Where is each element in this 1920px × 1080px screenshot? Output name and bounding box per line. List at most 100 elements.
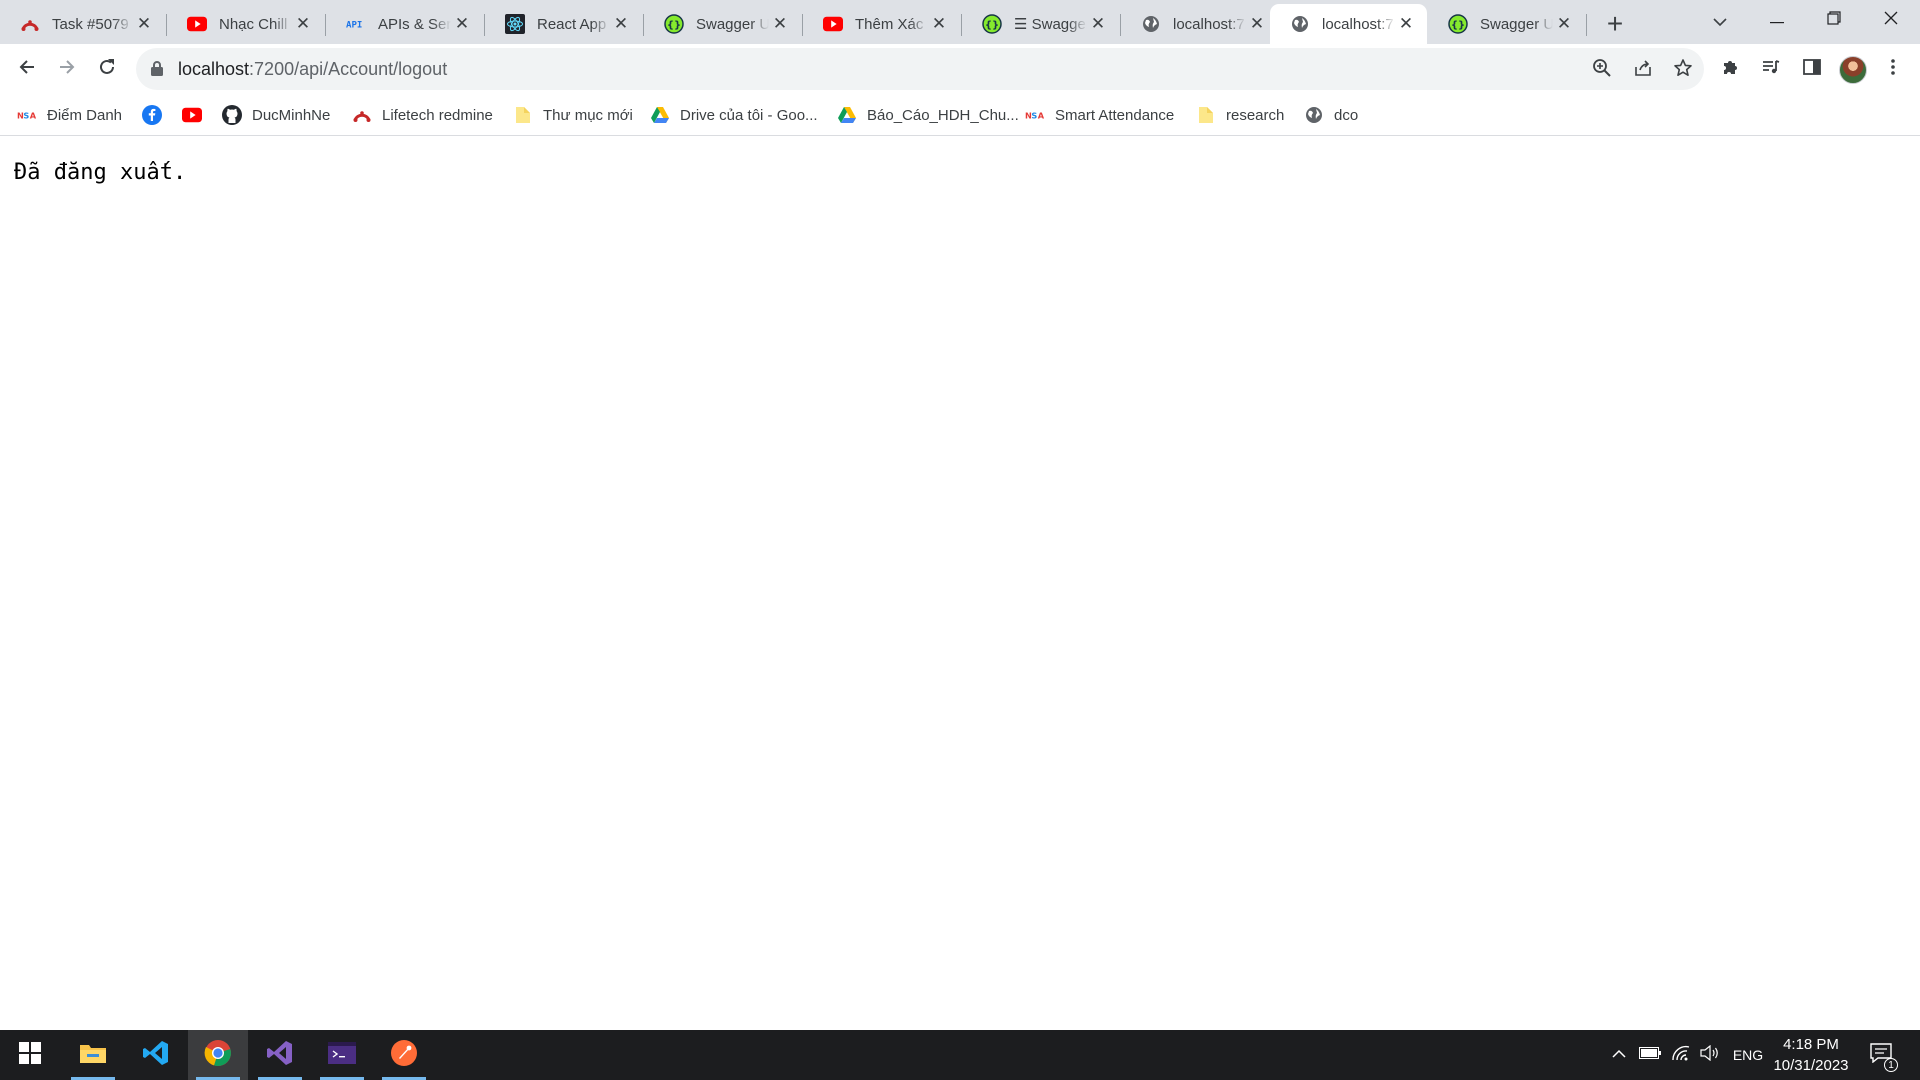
taskbar-terminal[interactable] bbox=[312, 1030, 372, 1080]
zoom-button[interactable] bbox=[1587, 55, 1617, 85]
url-text: localhost:7200/api/Account/logout bbox=[178, 59, 447, 80]
close-icon[interactable]: ✕ bbox=[928, 13, 950, 35]
bookmark-label: Smart Attendance bbox=[1055, 106, 1175, 124]
bookmark-youtube[interactable] bbox=[182, 102, 212, 128]
svg-text:S: S bbox=[1031, 111, 1037, 121]
bookmark-github[interactable]: DucMinhNe bbox=[222, 102, 330, 128]
visual-studio-icon bbox=[266, 1039, 294, 1072]
arrow-right-icon bbox=[57, 57, 77, 82]
playlist-icon bbox=[1761, 57, 1781, 82]
svg-text:A: A bbox=[1038, 111, 1045, 121]
swagger-icon: {} bbox=[664, 14, 684, 34]
tab-localhost-active[interactable]: localhost:7200 ✕ bbox=[1270, 4, 1427, 44]
bookmark-dco[interactable]: dco bbox=[1304, 102, 1358, 128]
tab-search-button[interactable] bbox=[1703, 6, 1737, 40]
taskbar-visual-studio[interactable] bbox=[250, 1030, 310, 1080]
language-indicator[interactable]: ENG bbox=[1728, 1030, 1768, 1080]
bookmark-drive[interactable]: Drive của tôi - Goo... bbox=[650, 102, 818, 128]
tab-localhost[interactable]: localhost:7200 ✕ bbox=[1121, 4, 1278, 44]
taskbar-clock[interactable]: 4:18 PM 10/31/2023 bbox=[1766, 1034, 1856, 1076]
close-icon[interactable]: ✕ bbox=[1087, 13, 1109, 35]
restore-button[interactable] bbox=[1805, 0, 1863, 40]
reload-icon bbox=[97, 57, 117, 82]
extensions-button[interactable] bbox=[1714, 52, 1748, 86]
taskbar-file-explorer[interactable] bbox=[63, 1030, 123, 1080]
close-icon[interactable]: ✕ bbox=[1395, 13, 1417, 35]
bookmark-research[interactable]: research bbox=[1196, 102, 1284, 128]
network-button[interactable] bbox=[1667, 1030, 1695, 1080]
vscode-icon bbox=[142, 1039, 170, 1072]
tab-divider bbox=[1586, 14, 1587, 36]
facebook-icon bbox=[142, 105, 162, 125]
close-icon[interactable]: ✕ bbox=[1246, 13, 1268, 35]
bookmark-label: DucMinhNe bbox=[252, 106, 331, 124]
chevron-up-icon bbox=[1612, 1046, 1626, 1064]
taskbar-vscode[interactable] bbox=[126, 1030, 186, 1080]
youtube-icon bbox=[823, 14, 843, 34]
github-icon bbox=[222, 105, 242, 125]
share-button[interactable] bbox=[1628, 55, 1658, 85]
tab-apis-services[interactable]: API APIs & Services ✕ bbox=[326, 4, 483, 44]
tab-title: Task #5079 bbox=[52, 15, 129, 33]
close-icon[interactable]: ✕ bbox=[292, 13, 314, 35]
lock-icon bbox=[150, 60, 164, 81]
taskbar-postman[interactable] bbox=[374, 1030, 434, 1080]
bookmark-smart-attendance[interactable]: NSA Smart Attendance bbox=[1025, 102, 1174, 128]
api-icon: API bbox=[346, 14, 366, 34]
close-icon[interactable]: ✕ bbox=[610, 13, 632, 35]
tab-task[interactable]: Task #5079 ✕ bbox=[0, 4, 165, 44]
svg-text:{}: {} bbox=[985, 20, 999, 31]
arrow-left-icon bbox=[17, 57, 37, 82]
forward-button[interactable] bbox=[50, 52, 84, 86]
tab-swagger-ui-2[interactable]: {} ☰ Swagger UI ✕ bbox=[962, 4, 1119, 44]
zoom-icon bbox=[1592, 58, 1612, 83]
close-icon[interactable]: ✕ bbox=[769, 13, 791, 35]
side-panel-button[interactable] bbox=[1795, 52, 1829, 86]
minimize-button[interactable] bbox=[1748, 0, 1806, 40]
media-controls-button[interactable] bbox=[1754, 52, 1788, 86]
tab-swagger-ui[interactable]: {} Swagger UI ✕ bbox=[644, 4, 801, 44]
menu-button[interactable] bbox=[1876, 52, 1910, 86]
tab-swagger-ui-3[interactable]: {} Swagger UI ✕ bbox=[1428, 4, 1585, 44]
tab-title: React App bbox=[537, 15, 607, 33]
start-button[interactable] bbox=[0, 1030, 60, 1080]
bookmark-lifetech-redmine[interactable]: Lifetech redmine bbox=[352, 102, 493, 128]
speaker-icon bbox=[1700, 1044, 1720, 1066]
bookmark-thu-muc-moi[interactable]: Thư mục mới bbox=[513, 102, 633, 128]
drive-icon bbox=[837, 105, 857, 125]
notifications-button[interactable] bbox=[1864, 1030, 1898, 1080]
bookmark-facebook[interactable] bbox=[142, 102, 172, 128]
close-icon[interactable]: ✕ bbox=[133, 13, 155, 35]
tab-them-xac-thuc[interactable]: Thêm Xác thực ✕ bbox=[803, 4, 960, 44]
bookmark-bao-cao[interactable]: Báo_Cáo_HDH_Chu... bbox=[837, 102, 1019, 128]
battery-icon bbox=[1639, 1046, 1661, 1064]
tab-title: APIs & Services bbox=[378, 15, 451, 33]
bookmark-star-button[interactable] bbox=[1668, 55, 1698, 85]
profile-avatar[interactable] bbox=[1839, 56, 1867, 84]
tab-nhac-chill[interactable]: Nhạc Chill ✕ bbox=[167, 4, 324, 44]
svg-text:{}: {} bbox=[667, 20, 681, 31]
minimize-icon bbox=[1770, 11, 1784, 29]
close-icon[interactable]: ✕ bbox=[451, 13, 473, 35]
show-hidden-icons-button[interactable] bbox=[1606, 1030, 1632, 1080]
address-bar[interactable]: localhost:7200/api/Account/logout bbox=[136, 48, 1704, 90]
tab-react-app[interactable]: React App ✕ bbox=[485, 4, 642, 44]
reload-button[interactable] bbox=[90, 52, 124, 86]
bookmark-label: Lifetech redmine bbox=[382, 106, 493, 124]
attendance-icon: NSA bbox=[1025, 105, 1045, 125]
bookmark-label: Điểm Danh bbox=[47, 106, 123, 124]
volume-button[interactable] bbox=[1696, 1030, 1724, 1080]
tab-strip: Task #5079 ✕ Nhạc Chill ✕ API APIs & Ser… bbox=[0, 0, 1920, 44]
battery-button[interactable] bbox=[1636, 1030, 1664, 1080]
close-icon[interactable]: ✕ bbox=[1553, 13, 1575, 35]
close-window-button[interactable] bbox=[1862, 0, 1920, 40]
back-button[interactable] bbox=[10, 52, 44, 86]
taskbar-chrome[interactable] bbox=[188, 1030, 248, 1080]
bookmark-diem-danh[interactable]: NSA Điểm Danh bbox=[17, 102, 122, 128]
new-tab-button[interactable]: + bbox=[1598, 7, 1632, 41]
logout-message: Đã đăng xuất. bbox=[14, 160, 187, 185]
globe-icon bbox=[1304, 105, 1324, 125]
globe-icon bbox=[1141, 14, 1161, 34]
youtube-icon bbox=[187, 14, 207, 34]
browser-toolbar: localhost:7200/api/Account/logout bbox=[0, 44, 1920, 94]
